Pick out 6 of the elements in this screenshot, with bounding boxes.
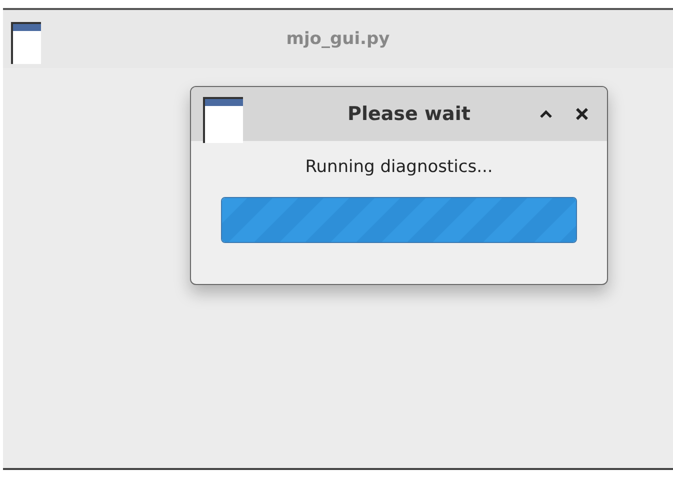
dialog-title: Please wait (346, 103, 472, 125)
window-icon[interactable] (11, 22, 41, 64)
window-icon[interactable] (203, 97, 243, 143)
close-icon[interactable] (575, 107, 589, 121)
status-message: Running diagnostics... (305, 157, 493, 177)
window-title: mjo_gui.py (286, 29, 391, 49)
